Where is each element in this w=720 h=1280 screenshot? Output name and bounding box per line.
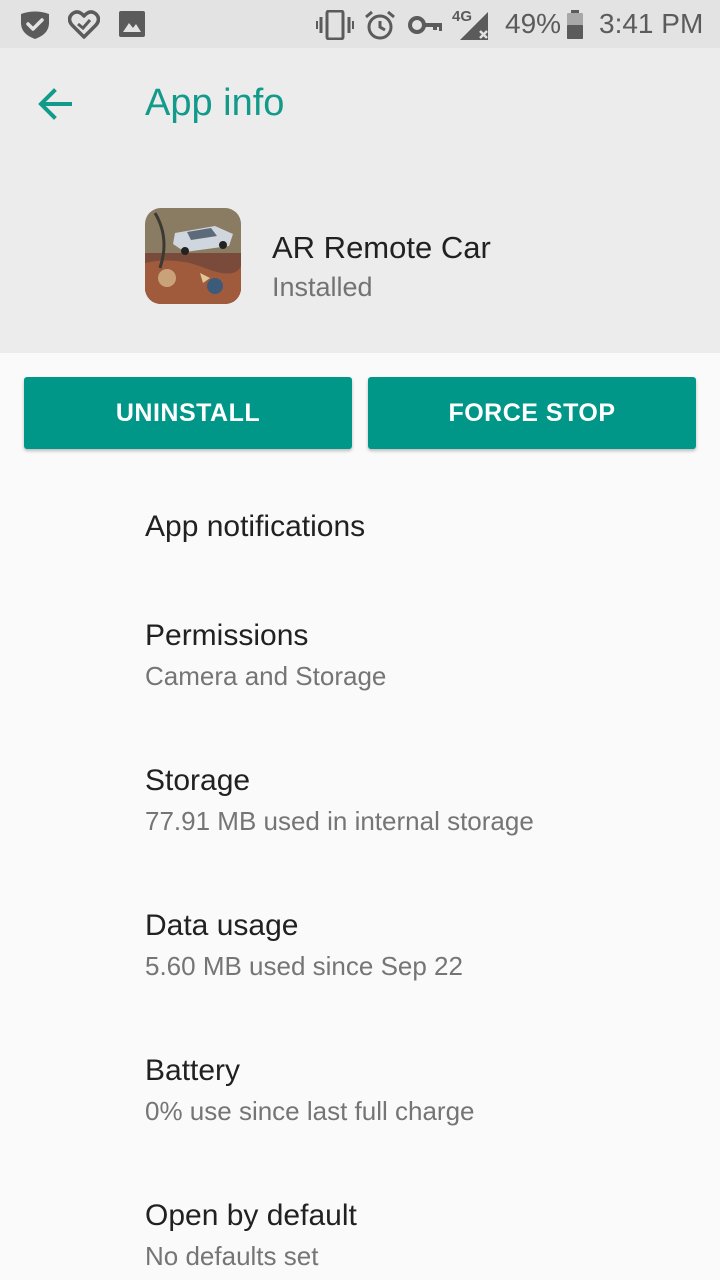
arrow-back-icon (38, 88, 72, 120)
setting-subtitle: 5.60 MB used since Sep 22 (145, 951, 463, 981)
setting-subtitle: Camera and Storage (145, 661, 387, 691)
setting-app-notifications[interactable]: App notifications (0, 480, 720, 610)
setting-title: Permissions (145, 619, 309, 652)
force-stop-button[interactable]: FORCE STOP (368, 377, 696, 449)
page-title: App info (145, 82, 285, 124)
vibrate-icon (316, 10, 354, 40)
app-name: AR Remote Car (272, 230, 491, 265)
app-install-status: Installed (272, 272, 373, 302)
setting-title: Data usage (145, 909, 299, 942)
image-icon (119, 11, 145, 37)
app-icon (145, 208, 241, 304)
shield-check-icon (21, 11, 49, 39)
battery-icon (567, 10, 583, 39)
status-bar: 4G 49% 3:41 PM (0, 0, 720, 48)
setting-title: Battery (145, 1054, 241, 1087)
setting-subtitle: No defaults set (145, 1241, 319, 1271)
app-header: AR Remote Car Installed (0, 160, 720, 353)
signal-icon (460, 12, 488, 40)
app-bar: App info (0, 48, 720, 160)
back-button[interactable] (30, 78, 82, 130)
setting-title: App notifications (145, 510, 366, 543)
clock: 3:41 PM (599, 8, 704, 39)
setting-battery[interactable]: Battery 0% use since last full charge (0, 1035, 720, 1165)
setting-permissions[interactable]: Permissions Camera and Storage (0, 600, 720, 730)
setting-data-usage[interactable]: Data usage 5.60 MB used since Sep 22 (0, 890, 720, 1020)
key-icon (408, 16, 442, 34)
setting-title: Open by default (145, 1199, 357, 1232)
battery-percent: 49% (505, 8, 562, 39)
setting-subtitle: 0% use since last full charge (145, 1096, 475, 1126)
setting-open-by-default[interactable]: Open by default No defaults set (0, 1180, 720, 1280)
setting-subtitle: 77.91 MB used in internal storage (145, 806, 534, 836)
alarm-icon (365, 10, 395, 40)
setting-storage[interactable]: Storage 77.91 MB used in internal storag… (0, 745, 720, 875)
setting-title: Storage (145, 764, 251, 797)
heart-check-icon (68, 10, 100, 39)
uninstall-button[interactable]: UNINSTALL (24, 377, 352, 449)
